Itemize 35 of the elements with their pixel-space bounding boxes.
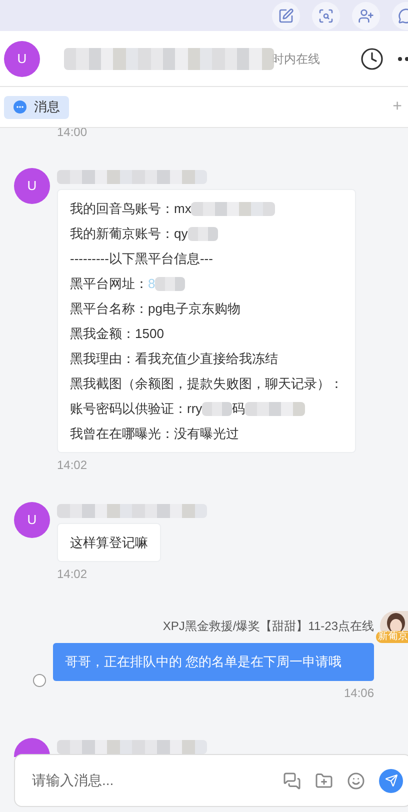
message-line: ---------以下黑平台信息--- [70, 250, 214, 268]
message-line: 我的新葡京账号：qy [70, 221, 343, 246]
message-line: 我曾在在哪曝光：没有曝光过 [70, 425, 240, 443]
user-avatar: U [14, 168, 50, 204]
send-button[interactable] [379, 768, 403, 792]
more-icon[interactable] [398, 56, 408, 62]
user-avatar: U [14, 502, 50, 538]
add-user-icon[interactable] [352, 2, 380, 30]
quick-reply-icon[interactable] [283, 772, 301, 790]
message-line: 黑我截图（余额图，提款失败图，聊天记录）： [70, 375, 343, 393]
sender-name: XPJ黑金救援/爆奖【甜甜】11-23点在线 [162, 618, 374, 635]
send-icon [384, 774, 398, 787]
message-line: 这样算登记嘛 [70, 534, 148, 552]
message-input[interactable]: 请输入消息... [32, 770, 277, 791]
message-bubble: 哥哥，正在排队中的 您的名单是在下周一申请哦 [53, 643, 374, 680]
message-line: 黑平台网址：8 [70, 271, 343, 296]
search-icon[interactable] [312, 2, 340, 30]
message-line: 账号密码以供验证：rry 码 [70, 396, 343, 421]
chat-tab[interactable]: 消息 [4, 96, 69, 118]
message-line: 黑平台名称：pg电子京东购物 [70, 300, 242, 318]
message-line: 黑我金额：1500 [70, 325, 165, 343]
message-line: 我的回音鸟账号：mx [70, 196, 343, 221]
contact-avatar: U [4, 40, 40, 76]
message-time: 14:06 [344, 684, 374, 702]
history-icon[interactable] [360, 46, 384, 70]
chat-bubble-icon [13, 100, 27, 114]
message-line: 黑我理由：看我充值少直接给我冻结 [70, 350, 279, 368]
message-time: 14:02 [57, 566, 88, 583]
folder-add-icon[interactable] [315, 772, 333, 790]
message-time: 14:02 [57, 457, 88, 474]
online-status: 时内在线 [272, 50, 320, 68]
chat-icon[interactable] [392, 2, 408, 30]
emoji-icon[interactable] [347, 772, 365, 790]
note-icon[interactable] [272, 2, 300, 30]
select-radio[interactable] [33, 674, 46, 686]
